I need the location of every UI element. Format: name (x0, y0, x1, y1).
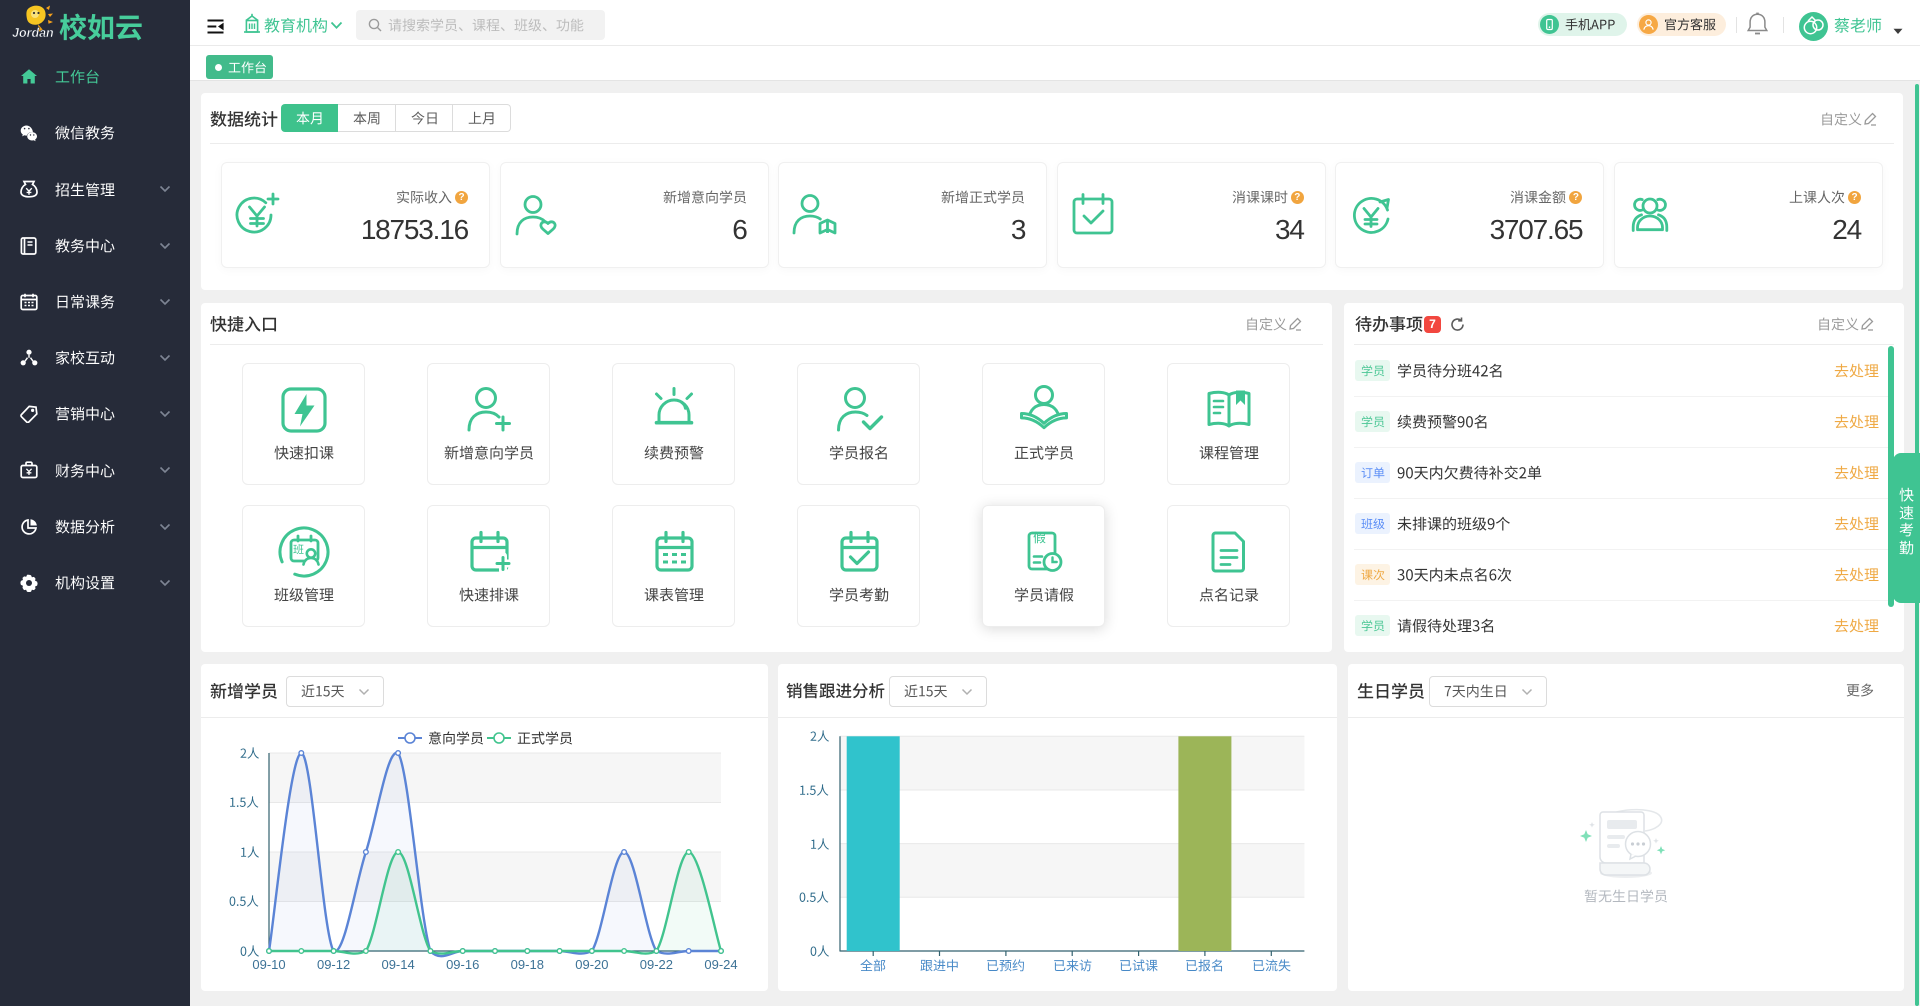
svg-text:Jordan: Jordan (12, 26, 54, 40)
